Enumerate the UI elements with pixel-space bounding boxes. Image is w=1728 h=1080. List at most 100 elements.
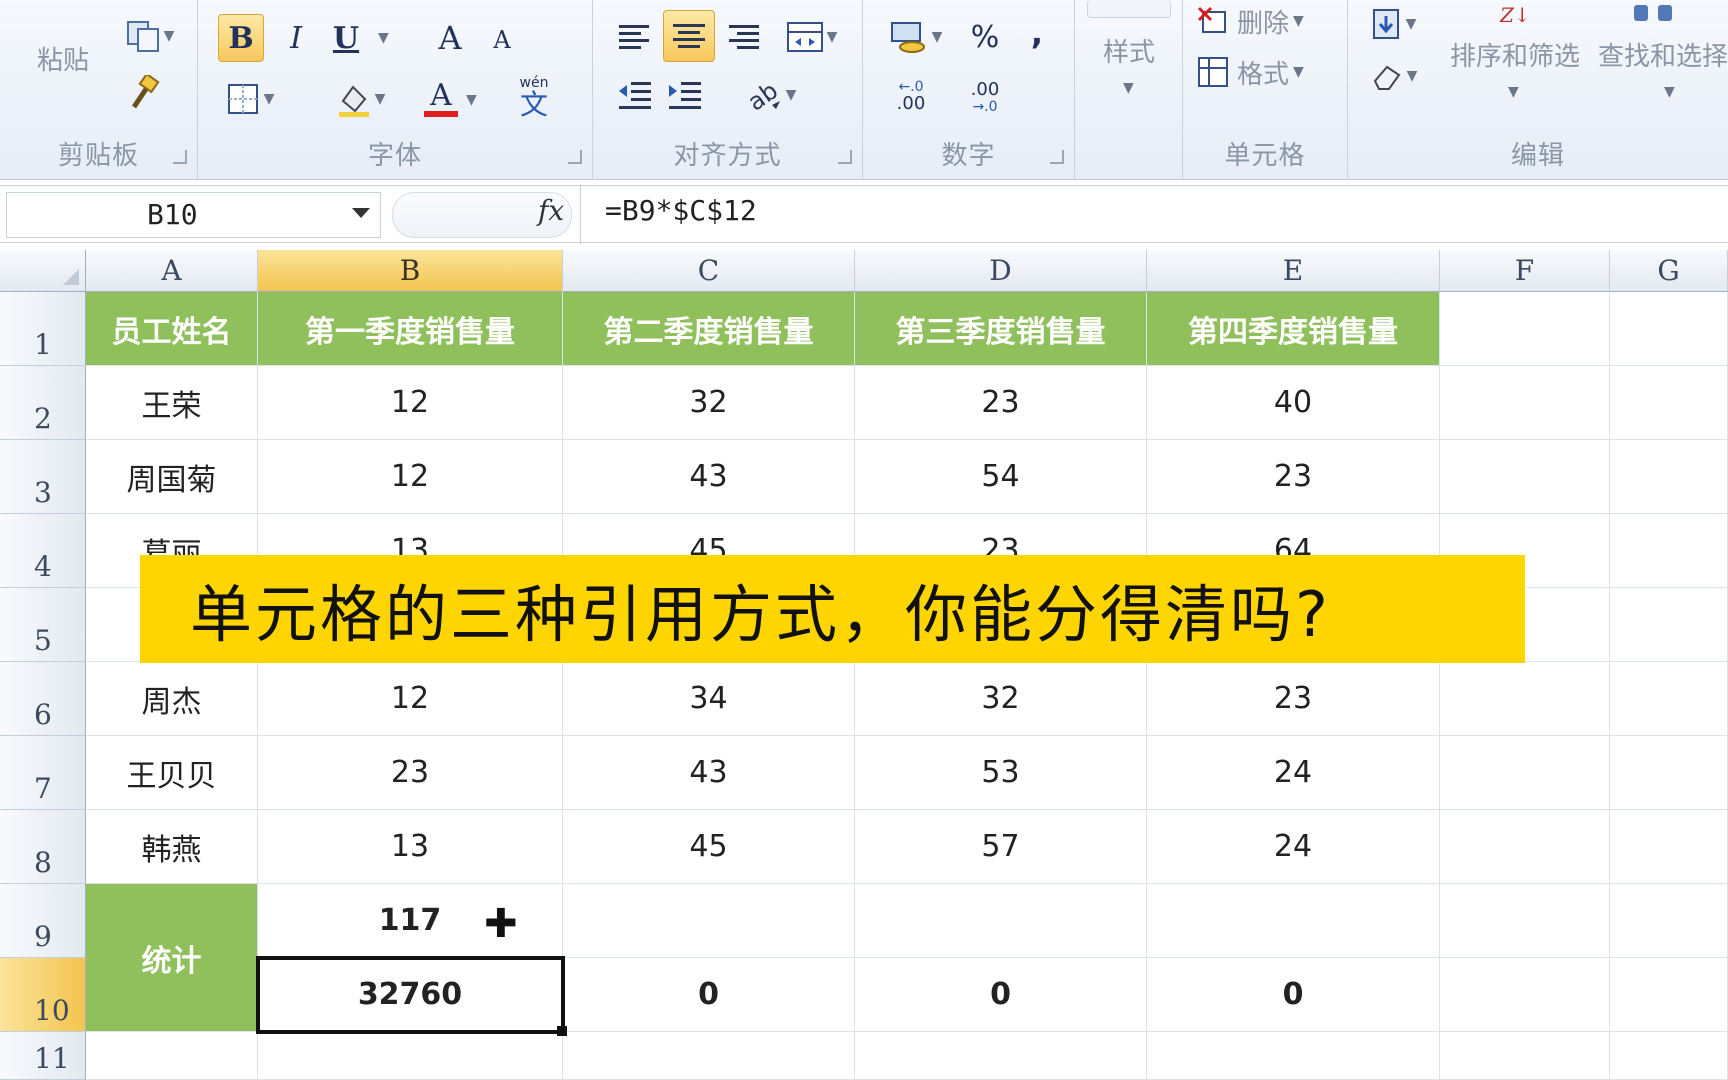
- cell-b10[interactable]: 32760: [258, 958, 563, 1032]
- cell-e11[interactable]: [1147, 1032, 1440, 1080]
- sort-filter-dropdown[interactable]: ▼: [1508, 84, 1519, 100]
- cell-f11[interactable]: [1440, 1032, 1610, 1080]
- row-header-11[interactable]: 11: [0, 1032, 86, 1080]
- align-right-button[interactable]: [721, 14, 765, 60]
- cell-a8[interactable]: 韩燕: [86, 810, 258, 884]
- cell-g9[interactable]: [1610, 884, 1728, 958]
- row-header-5[interactable]: 5: [0, 588, 86, 662]
- cell-a9-summary-label[interactable]: 统计: [86, 884, 258, 1032]
- column-header-f[interactable]: F: [1440, 250, 1610, 292]
- cell-c8[interactable]: 45: [563, 810, 855, 884]
- cell-c6[interactable]: 34: [563, 662, 855, 736]
- styles-gallery-preview[interactable]: [1087, 0, 1171, 18]
- clipboard-launcher[interactable]: [173, 150, 187, 164]
- column-header-b[interactable]: B: [258, 250, 563, 292]
- sort-filter-button[interactable]: 排序和筛选: [1440, 34, 1590, 74]
- cell-c10[interactable]: 0: [563, 958, 855, 1032]
- merge-center-button[interactable]: ▼: [777, 14, 847, 60]
- row-header-4[interactable]: 4: [0, 514, 86, 588]
- comma-button[interactable]: ,: [1019, 10, 1055, 56]
- sort-filter-icon-wrap[interactable]: Z↓: [1440, 0, 1588, 30]
- cell-e6[interactable]: 23: [1147, 662, 1440, 736]
- increase-decimal-button[interactable]: ←.0 .00: [881, 72, 941, 122]
- cell-e7[interactable]: 24: [1147, 736, 1440, 810]
- row-header-2[interactable]: 2: [0, 366, 86, 440]
- font-launcher[interactable]: [568, 150, 582, 164]
- italic-button[interactable]: I: [276, 14, 316, 62]
- copy-button[interactable]: ▼: [118, 14, 182, 58]
- font-color-dropdown[interactable]: ▼: [466, 92, 477, 108]
- cell-f9[interactable]: [1440, 884, 1610, 958]
- cell-c7[interactable]: 43: [563, 736, 855, 810]
- cell-g1[interactable]: [1610, 292, 1728, 366]
- cell-d6[interactable]: 32: [855, 662, 1147, 736]
- row-header-8[interactable]: 8: [0, 810, 86, 884]
- cell-g8[interactable]: [1610, 810, 1728, 884]
- underline-dropdown[interactable]: ▼: [378, 30, 389, 46]
- row-header-3[interactable]: 3: [0, 440, 86, 514]
- cell-d7[interactable]: 53: [855, 736, 1147, 810]
- name-box-dropdown-icon[interactable]: [352, 208, 370, 218]
- cell-g7[interactable]: [1610, 736, 1728, 810]
- row-header-10[interactable]: 10: [0, 958, 86, 1032]
- cell-f7[interactable]: [1440, 736, 1610, 810]
- cell-a1[interactable]: 员工姓名: [86, 292, 258, 366]
- row-header-7[interactable]: 7: [0, 736, 86, 810]
- cell-b8[interactable]: 13: [258, 810, 563, 884]
- cell-a11[interactable]: [86, 1032, 258, 1080]
- find-select-icon-wrap[interactable]: [1623, 0, 1683, 26]
- cell-f1[interactable]: [1440, 292, 1610, 366]
- cell-g3[interactable]: [1610, 440, 1728, 514]
- cell-e2[interactable]: 40: [1147, 366, 1440, 440]
- cell-e8[interactable]: 24: [1147, 810, 1440, 884]
- cell-g11[interactable]: [1610, 1032, 1728, 1080]
- cell-a6[interactable]: 周杰: [86, 662, 258, 736]
- cell-f8[interactable]: [1440, 810, 1610, 884]
- underline-button[interactable]: U: [326, 14, 366, 62]
- column-header-c[interactable]: C: [563, 250, 855, 292]
- cell-f3[interactable]: [1440, 440, 1610, 514]
- fill-button[interactable]: ▼: [1364, 2, 1424, 46]
- cell-e3[interactable]: 23: [1147, 440, 1440, 514]
- cell-f10[interactable]: [1440, 958, 1610, 1032]
- cell-g4[interactable]: [1610, 514, 1728, 588]
- find-select-button[interactable]: 查找和选择: [1598, 34, 1728, 74]
- alignment-launcher[interactable]: [838, 150, 852, 164]
- select-all-corner[interactable]: [0, 250, 86, 292]
- cell-a7[interactable]: 王贝贝: [86, 736, 258, 810]
- row-header-6[interactable]: 6: [0, 662, 86, 736]
- styles-button[interactable]: 样式: [1083, 30, 1175, 70]
- cell-d9[interactable]: [855, 884, 1147, 958]
- cell-d3[interactable]: 54: [855, 440, 1147, 514]
- cell-c3[interactable]: 43: [563, 440, 855, 514]
- cell-d10[interactable]: 0: [855, 958, 1147, 1032]
- cell-c1[interactable]: 第二季度销售量: [563, 292, 855, 366]
- cell-f2[interactable]: [1440, 366, 1610, 440]
- cell-b7[interactable]: 23: [258, 736, 563, 810]
- name-box[interactable]: B10: [6, 192, 381, 238]
- phonetic-button[interactable]: wén 文: [498, 72, 570, 124]
- column-header-a[interactable]: A: [86, 250, 258, 292]
- decrease-indent-button[interactable]: [613, 72, 657, 118]
- delete-cells-button[interactable]: 删除 ▼: [1197, 2, 1343, 40]
- column-header-e[interactable]: E: [1147, 250, 1440, 292]
- align-left-button[interactable]: [613, 14, 657, 60]
- row-header-1[interactable]: 1: [0, 292, 86, 366]
- cell-b2[interactable]: 12: [258, 366, 563, 440]
- cell-g10[interactable]: [1610, 958, 1728, 1032]
- grow-font-button[interactable]: A: [430, 14, 470, 62]
- cell-e1[interactable]: 第四季度销售量: [1147, 292, 1440, 366]
- cell-d11[interactable]: [855, 1032, 1147, 1080]
- orientation-button[interactable]: ab ▼: [735, 72, 807, 118]
- cell-b3[interactable]: 12: [258, 440, 563, 514]
- cell-d2[interactable]: 23: [855, 366, 1147, 440]
- cell-c11[interactable]: [563, 1032, 855, 1080]
- find-select-dropdown[interactable]: ▼: [1664, 84, 1675, 100]
- cell-c9[interactable]: [563, 884, 855, 958]
- column-header-d[interactable]: D: [855, 250, 1147, 292]
- shrink-font-button[interactable]: A: [484, 18, 520, 62]
- formula-input[interactable]: =B9*$C$12: [605, 194, 757, 227]
- format-cells-button[interactable]: 格式 ▼: [1197, 52, 1343, 92]
- paste-button[interactable]: 粘贴: [28, 38, 98, 78]
- decrease-decimal-button[interactable]: .00 →.0: [955, 72, 1015, 122]
